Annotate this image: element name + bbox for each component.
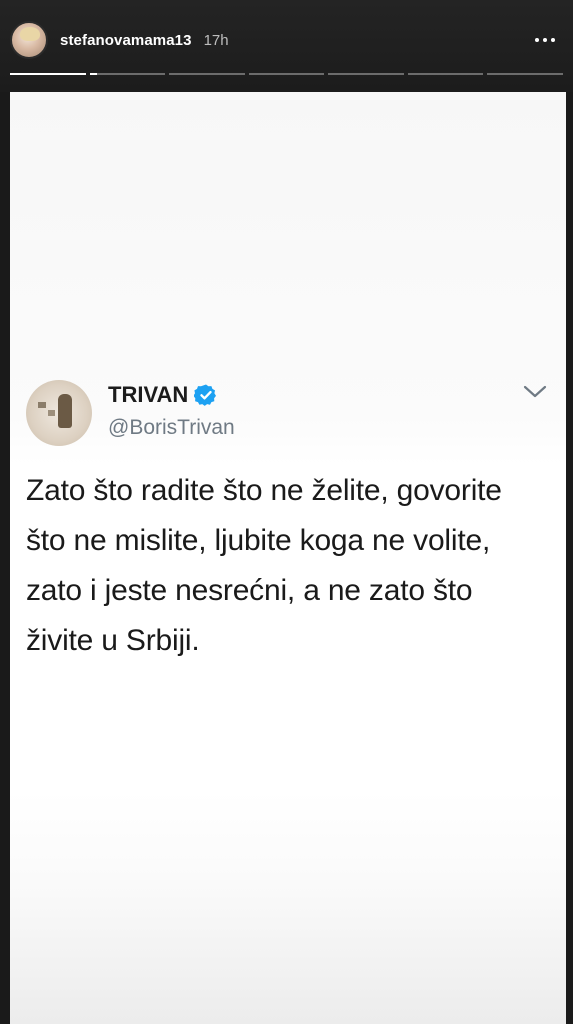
username[interactable]: stefanovamama13	[60, 32, 192, 49]
progress-segment	[10, 73, 86, 75]
story-header: stefanovamama13 17h	[10, 20, 563, 60]
verified-badge-icon	[194, 384, 217, 406]
post-time: 17h	[203, 31, 229, 49]
tweet-screenshot: TRIVAN @BorisTrivan Zato što radite što …	[10, 362, 566, 657]
tweet-header: TRIVAN @BorisTrivan	[10, 362, 566, 446]
progress-segment	[248, 73, 325, 75]
story-progress-bar	[10, 73, 564, 76]
progress-segment	[407, 73, 484, 75]
tweet-handle: @BorisTrivan	[108, 416, 235, 439]
tweet-avatar	[26, 380, 92, 446]
story-image: TRIVAN @BorisTrivan Zato što radite što …	[10, 92, 566, 1024]
progress-segment	[328, 73, 404, 75]
progress-segment-fill	[10, 73, 86, 75]
more-options-icon[interactable]	[535, 38, 555, 42]
chevron-down-icon	[523, 385, 547, 398]
progress-segment	[169, 73, 245, 75]
tweet-display-name: TRIVAN	[108, 382, 218, 408]
story-viewer: stefanovamama13 17h TRIVAN @BorisTrivan …	[0, 0, 573, 1024]
progress-segment-fill	[89, 73, 98, 75]
progress-segment	[487, 73, 564, 75]
avatar[interactable]	[10, 21, 48, 59]
tweet-display-name-text: TRIVAN	[108, 382, 189, 407]
tweet-text: Zato što radite što ne želite, govorite …	[26, 474, 502, 657]
progress-segment	[89, 73, 166, 75]
